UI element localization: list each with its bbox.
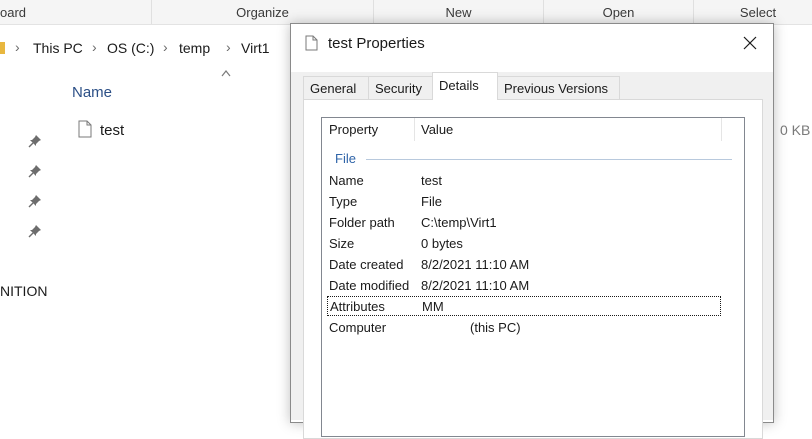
file-icon <box>305 35 318 51</box>
ribbon-group-label: Select <box>739 5 777 20</box>
property-value: File <box>421 194 442 209</box>
details-panel: Property Value File Name test Type File … <box>303 99 763 439</box>
property-key: Date created <box>329 257 404 272</box>
chevron-right-icon: › <box>163 39 168 55</box>
column-divider[interactable] <box>721 118 722 141</box>
property-value: C:\temp\Virt1 <box>421 215 497 230</box>
dialog-title: test Properties <box>328 35 425 52</box>
breadcrumb-this-pc[interactable]: This PC <box>33 40 83 56</box>
breadcrumb-os-c[interactable]: OS (C:) <box>107 40 154 56</box>
ribbon-group-label: New <box>445 5 472 20</box>
property-row[interactable]: Folder path C:\temp\Virt1 <box>327 213 721 233</box>
property-row[interactable]: Date modified 8/2/2021 11:10 AM <box>327 276 721 296</box>
tab-security[interactable]: Security <box>368 76 433 99</box>
details-list[interactable]: Property Value File Name test Type File … <box>321 117 745 437</box>
column-divider[interactable] <box>414 118 415 141</box>
property-row[interactable]: Computer (this PC) <box>327 318 721 338</box>
file-name: test <box>100 122 125 139</box>
group-header-file: File <box>335 151 356 166</box>
property-row[interactable]: Type File <box>327 192 721 212</box>
breadcrumb-temp[interactable]: temp <box>179 40 210 56</box>
tab-general[interactable]: General <box>303 76 369 99</box>
breadcrumb-virt1[interactable]: Virt1 <box>241 40 270 56</box>
column-header-value[interactable]: Value <box>421 118 453 141</box>
property-key: Size <box>329 236 355 251</box>
column-header-property[interactable]: Property <box>329 118 378 141</box>
property-row[interactable]: Name test <box>327 171 721 191</box>
nav-item-partial[interactable]: NITION <box>0 283 47 299</box>
tab-control: General Security Details Previous Versio… <box>291 72 773 439</box>
ribbon-group-organize[interactable]: Organize <box>152 0 374 24</box>
property-key: Attributes <box>330 299 385 314</box>
property-key: Name <box>329 173 364 188</box>
property-value: MM <box>422 299 444 314</box>
property-key: Date modified <box>329 278 410 293</box>
ribbon-group-label: Organize <box>236 5 289 20</box>
properties-dialog: test Properties General Security Details… <box>290 23 774 439</box>
property-value: 0 bytes <box>421 236 463 251</box>
property-value: (this PC) <box>470 320 521 335</box>
ribbon-group-clipboard[interactable]: oard <box>0 0 152 24</box>
folder-icon <box>0 42 5 54</box>
chevron-right-icon: › <box>92 39 97 55</box>
property-row[interactable]: Size 0 bytes <box>327 234 721 254</box>
pin-icon[interactable] <box>28 224 42 238</box>
list-header: Property Value <box>322 118 744 141</box>
chevron-right-icon: › <box>226 39 231 55</box>
ribbon-group-label: Open <box>602 5 635 20</box>
file-icon <box>78 120 92 138</box>
ribbon: oard Organize New Open Select <box>0 0 812 25</box>
ribbon-group-label: oard <box>0 5 27 20</box>
property-value: 8/2/2021 11:10 AM <box>421 278 530 293</box>
pin-icon[interactable] <box>28 194 42 208</box>
property-value: 8/2/2021 11:10 AM <box>421 257 530 272</box>
ribbon-group-select[interactable]: Select <box>694 0 812 24</box>
tab-previous-versions[interactable]: Previous Versions <box>497 76 620 99</box>
close-button[interactable] <box>737 30 763 56</box>
property-row-selected[interactable]: Attributes MM <box>327 296 721 316</box>
pin-icon[interactable] <box>28 134 42 148</box>
chevron-right-icon: › <box>15 39 20 55</box>
group-divider <box>366 159 732 160</box>
pin-icon[interactable] <box>28 164 42 178</box>
property-value: test <box>421 173 442 188</box>
sort-ascending-icon <box>221 70 231 77</box>
ribbon-group-new[interactable]: New <box>374 0 544 24</box>
ribbon-group-open[interactable]: Open <box>544 0 694 24</box>
property-row[interactable]: Date created 8/2/2021 11:10 AM <box>327 255 721 275</box>
property-key: Computer <box>329 320 387 335</box>
property-key: Folder path <box>329 215 395 230</box>
property-key: Type <box>329 194 358 209</box>
column-header-name[interactable]: Name <box>72 84 112 101</box>
file-size: 0 KB <box>780 122 811 138</box>
close-icon <box>743 36 757 50</box>
tab-details[interactable]: Details <box>432 72 498 100</box>
